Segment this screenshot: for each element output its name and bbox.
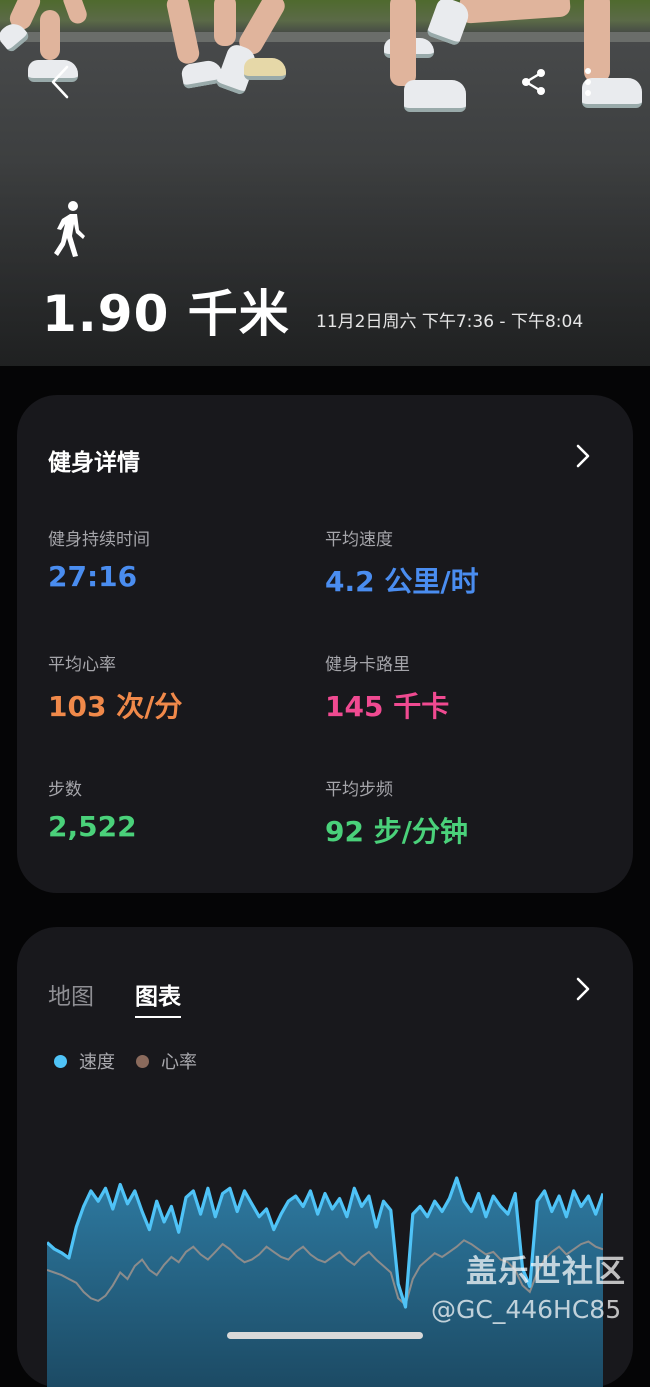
stat-value: 103 次/分 xyxy=(48,690,183,723)
legend-heart-rate: 心率 xyxy=(136,1048,197,1074)
stat-label: 步数 xyxy=(48,780,82,800)
hero-curb xyxy=(0,32,650,42)
more-options-button[interactable] xyxy=(574,62,602,102)
stat-label: 健身持续时间 xyxy=(48,530,150,550)
hero-banner: 1.90 千米 11月2日周六 下午7:36 - 下午8:04 xyxy=(0,0,650,366)
stat-value: 145 千卡 xyxy=(325,690,450,723)
home-indicator[interactable] xyxy=(227,1332,423,1339)
legend-label: 速度 xyxy=(79,1052,115,1073)
stat-label: 健身卡路里 xyxy=(325,655,410,675)
legend-dot xyxy=(54,1054,67,1068)
stat-duration: 健身持续时间 27:16 xyxy=(48,525,150,593)
stat-steps: 步数 2,522 xyxy=(48,775,137,843)
legend-speed: 速度 xyxy=(54,1048,115,1074)
stat-calories: 健身卡路里 145 千卡 xyxy=(325,650,449,725)
share-icon xyxy=(522,69,545,95)
stat-label: 平均心率 xyxy=(48,655,116,675)
runner-shoe xyxy=(404,80,466,112)
share-button[interactable] xyxy=(512,62,556,102)
tab-map[interactable]: 地图 xyxy=(48,977,94,1016)
runner-leg xyxy=(214,0,236,46)
session-time: 11月2日周六 下午7:36 - 下午8:04 xyxy=(316,312,584,332)
runner-shoe xyxy=(244,58,286,80)
distance-value: 1.90 千米 xyxy=(42,285,290,343)
tab-chart[interactable]: 图表 xyxy=(135,977,181,1018)
walking-icon xyxy=(54,201,85,257)
stat-value: 4.2 公里/时 xyxy=(325,565,479,598)
chevron-right-icon xyxy=(576,977,590,1001)
stat-avg-speed: 平均速度 4.2 公里/时 xyxy=(325,525,479,600)
stat-label: 平均速度 xyxy=(325,530,393,550)
stat-value: 2,522 xyxy=(48,810,137,843)
stat-value: 27:16 xyxy=(48,560,138,593)
stat-label: 平均步频 xyxy=(325,780,393,800)
chevron-left-icon xyxy=(51,65,69,99)
stat-cadence: 平均步频 92 步/分钟 xyxy=(325,775,468,850)
chart-open-button[interactable] xyxy=(568,974,598,1004)
chevron-right-icon xyxy=(576,444,590,468)
stat-avg-heart-rate: 平均心率 103 次/分 xyxy=(48,650,182,725)
workout-details-card[interactable]: 健身详情 健身持续时间 27:16 平均速度 4.2 公里/时 平均心率 103… xyxy=(17,395,633,893)
stat-value: 92 步/分钟 xyxy=(325,815,468,848)
back-button[interactable] xyxy=(40,62,80,102)
details-title: 健身详情 xyxy=(48,450,140,476)
watermark: 盖乐世社区 xyxy=(466,1254,626,1290)
runner-leg xyxy=(40,10,60,60)
watermark-user: @GC_446HC85 xyxy=(431,1295,622,1324)
details-open-button[interactable] xyxy=(568,441,598,471)
legend-label: 心率 xyxy=(161,1052,197,1073)
runner-leg xyxy=(390,0,416,86)
legend-dot xyxy=(136,1054,149,1068)
more-vertical-icon xyxy=(585,68,591,96)
